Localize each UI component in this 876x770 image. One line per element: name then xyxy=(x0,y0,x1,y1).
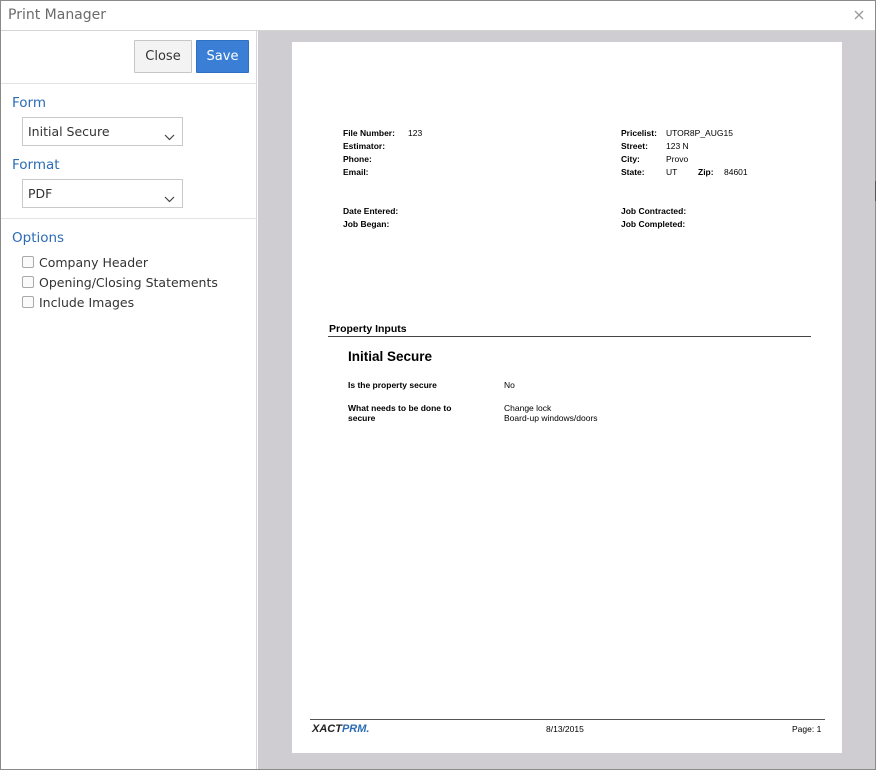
job-began-label: Job Began: xyxy=(343,219,390,229)
print-preview-pane[interactable]: File Number: 123 Estimator: Phone: Email… xyxy=(258,31,876,769)
email-label: Email: xyxy=(343,167,369,177)
footer-rule xyxy=(310,719,825,720)
chevron-down-icon xyxy=(164,189,175,203)
action-bar: Close Save xyxy=(1,31,257,84)
form-label: Form xyxy=(12,95,47,111)
footer-page-number: Page: 1 xyxy=(792,724,822,734)
city-label: City: xyxy=(621,154,640,164)
pricelist-value: UTOR8P_AUG15 xyxy=(666,128,733,138)
logo-part-2: PRM. xyxy=(341,723,370,735)
pricelist-label: Pricelist: xyxy=(621,128,657,138)
title-bar: Print Manager xyxy=(1,1,875,31)
section-title: Property Inputs xyxy=(329,323,407,335)
state-label: State: xyxy=(621,167,645,177)
file-number-value: 123 xyxy=(408,128,423,138)
street-label: Street: xyxy=(621,141,648,151)
close-icon[interactable] xyxy=(852,8,866,22)
logo-part-1: XACT xyxy=(312,723,342,735)
print-manager-window: Print Manager Close Save Form Initial Se… xyxy=(0,0,876,770)
zip-label: Zip: xyxy=(698,167,714,177)
answer-value: Board-up windows/doors xyxy=(504,413,598,423)
option-label: Include Images xyxy=(39,294,135,310)
save-button[interactable]: Save xyxy=(196,40,249,73)
estimator-label: Estimator: xyxy=(343,141,386,151)
format-select[interactable]: PDF xyxy=(22,179,183,208)
chevron-down-icon xyxy=(164,127,175,141)
file-number-label: File Number: xyxy=(343,128,395,138)
street-value: 123 N xyxy=(666,141,689,151)
option-label: Company Header xyxy=(39,254,148,270)
include-images-checkbox[interactable] xyxy=(22,296,34,308)
footer-date: 8/13/2015 xyxy=(546,724,584,734)
state-value: UT xyxy=(666,167,678,177)
section-rule xyxy=(328,336,811,337)
options-label: Options xyxy=(12,230,65,246)
date-entered-label: Date Entered: xyxy=(343,206,399,216)
question-label: Is the property secure xyxy=(348,380,437,390)
answer-value: No xyxy=(504,380,515,390)
document-page: File Number: 123 Estimator: Phone: Email… xyxy=(292,42,842,753)
close-button[interactable]: Close xyxy=(134,40,192,73)
option-label: Opening/Closing Statements xyxy=(39,274,218,290)
option-company-header[interactable]: Company Header xyxy=(22,253,148,271)
form-select[interactable]: Initial Secure xyxy=(22,117,183,146)
form-select-value: Initial Secure xyxy=(28,124,110,139)
job-contracted-label: Job Contracted: xyxy=(621,206,687,216)
option-include-images[interactable]: Include Images xyxy=(22,293,134,311)
sidebar: Close Save Form Initial Secure Format PD… xyxy=(1,31,257,769)
opening-closing-statements-checkbox[interactable] xyxy=(22,276,34,288)
sidebar-divider xyxy=(1,218,257,219)
answer-value: Change lock xyxy=(504,403,552,413)
window-title: Print Manager xyxy=(8,7,107,23)
job-completed-label: Job Completed: xyxy=(621,219,686,229)
phone-label: Phone: xyxy=(343,154,372,164)
city-value: Provo xyxy=(666,154,689,164)
xactprm-logo: XACTPRM. xyxy=(312,723,369,735)
option-opening-closing-statements[interactable]: Opening/Closing Statements xyxy=(22,273,218,291)
form-title: Initial Secure xyxy=(348,349,433,364)
zip-value: 84601 xyxy=(724,167,748,177)
company-header-checkbox[interactable] xyxy=(22,256,34,268)
format-select-value: PDF xyxy=(28,186,53,201)
format-label: Format xyxy=(12,157,60,173)
question-label: What needs to be done to secure xyxy=(348,403,452,423)
